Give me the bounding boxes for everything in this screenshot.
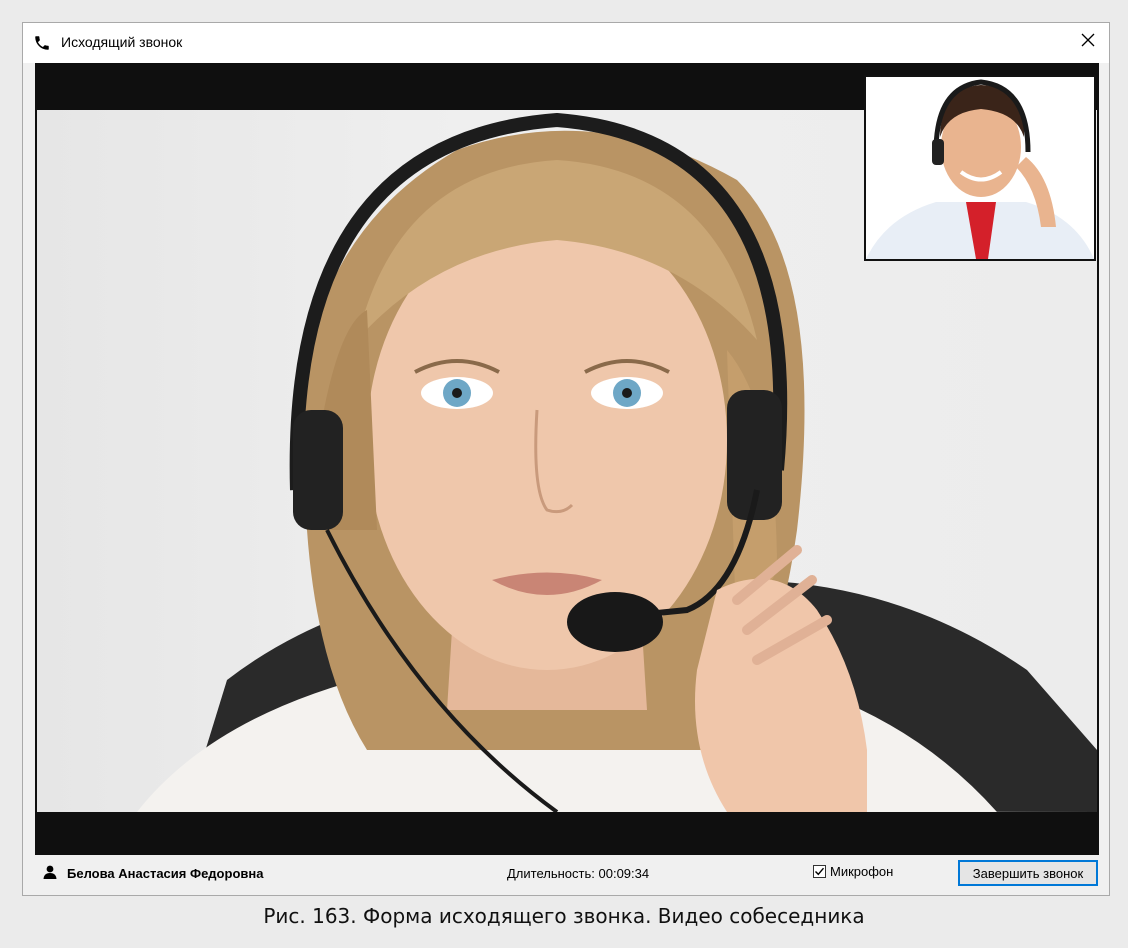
video-area: [35, 63, 1099, 855]
phone-icon: [33, 34, 51, 52]
figure-caption: Рис. 163. Форма исходящего звонка. Видео…: [263, 904, 865, 928]
title-bar: Исходящий звонок: [23, 23, 1109, 63]
end-call-button[interactable]: Завершить звонок: [958, 860, 1098, 886]
microphone-checkbox[interactable]: [813, 865, 826, 878]
microphone-toggle[interactable]: Микрофон: [813, 864, 893, 879]
close-button[interactable]: [1073, 27, 1103, 57]
window-title: Исходящий звонок: [61, 34, 183, 50]
local-video: [864, 75, 1096, 261]
caller-info: Белова Анастасия Федоровна: [43, 865, 263, 882]
duration-label: Длительность:: [507, 866, 595, 881]
call-window: Исходящий звонок Белова Анастасия Федоро…: [22, 22, 1110, 896]
duration-value: 00:09:34: [598, 866, 650, 881]
call-duration: Длительность: 00:09:34: [507, 866, 649, 881]
user-icon: [43, 865, 57, 882]
caller-name: Белова Анастасия Федоровна: [67, 866, 264, 881]
microphone-label: Микрофон: [830, 864, 894, 879]
close-icon: [1081, 33, 1095, 52]
status-bar: Белова Анастасия Федоровна Длительность:…: [35, 855, 1099, 893]
